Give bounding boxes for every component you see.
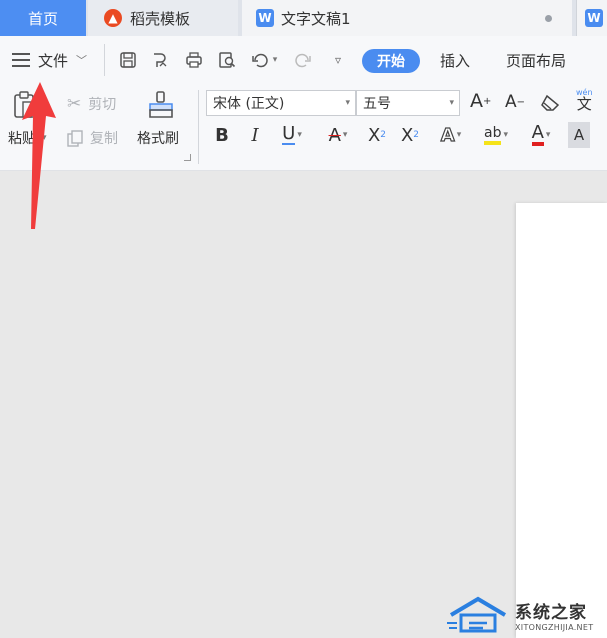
tab-daoke-label: 稻壳模板 — [130, 9, 191, 28]
grow-font-icon: A — [470, 90, 483, 112]
tab-start[interactable]: 开始 — [362, 49, 420, 73]
cut-label: 剪切 — [88, 97, 117, 113]
eraser-icon — [541, 94, 560, 111]
undo-icon[interactable] — [250, 50, 270, 70]
tab-document[interactable]: W 文字文稿1 — [242, 0, 572, 36]
underline-dropdown-icon[interactable]: ▾ — [297, 130, 302, 140]
superscript-icon: X — [367, 124, 381, 146]
text-effect-dropdown-icon[interactable]: ▾ — [457, 130, 462, 140]
tab-daoke-templates[interactable]: ▲ 稻壳模板 — [88, 0, 238, 36]
watermark-domain: XITONGZHIJIA.NET — [515, 623, 594, 632]
character-shading-button[interactable]: A — [568, 122, 590, 148]
undo-dropdown-icon[interactable]: ▾ — [270, 50, 280, 70]
customize-toolbar-icon[interactable]: ▿ — [328, 50, 348, 70]
separator — [104, 44, 105, 76]
print-icon[interactable] — [184, 50, 204, 70]
superscript-mark: 2 — [380, 130, 387, 140]
menu-row: 文件 ﹀ ▾ ▿ 开始 插入 页面布局 — [0, 36, 607, 84]
tab-home[interactable]: 首页 — [0, 0, 86, 36]
chevron-down-icon: ﹀ — [76, 54, 88, 67]
pinyin-guide-button[interactable]: wén 文 — [576, 89, 593, 112]
copy-button[interactable]: 复制 — [67, 128, 118, 148]
ribbon-start: 粘贴 ▾ ✂ 剪切 复制 格式刷 宋体 (正文) ▾ 五号 ▾ A + A − wé… — [0, 84, 607, 171]
paste-label: 粘贴 — [8, 131, 36, 147]
text-effect-button[interactable]: A ▾ — [434, 122, 468, 148]
strikethrough-icon: A — [328, 124, 341, 146]
font-color-dropdown-icon[interactable]: ▾ — [546, 130, 551, 140]
unsaved-dot-icon[interactable] — [545, 15, 552, 22]
underline-button[interactable]: U ▾ — [276, 122, 308, 148]
document-page[interactable] — [516, 203, 607, 638]
scissors-icon: ✂ — [67, 94, 82, 114]
bold-button[interactable]: B — [212, 122, 232, 148]
highlight-dropdown-icon[interactable]: ▾ — [503, 130, 508, 140]
watermark-text: 系统之家 XITONGZHIJIA.NET — [515, 598, 593, 632]
tab-insert[interactable]: 插入 — [440, 48, 470, 72]
file-menu-label: 文件 — [38, 51, 69, 70]
tab-next-document[interactable]: W — [576, 0, 607, 36]
separator — [198, 90, 199, 164]
subscript-icon: X — [400, 124, 414, 146]
paste-dropdown-icon[interactable]: ▾ — [42, 133, 47, 143]
highlight-button[interactable]: ab ▾ — [478, 122, 514, 148]
print-preview-icon[interactable] — [217, 50, 237, 70]
font-size-value: 五号 — [363, 96, 391, 112]
clipboard-icon[interactable] — [13, 90, 41, 120]
daoke-flame-icon: ▲ — [104, 9, 122, 27]
tab-page-layout[interactable]: 页面布局 — [506, 48, 566, 72]
font-color-button[interactable]: A ▾ — [524, 122, 558, 148]
tab-home-label: 首页 — [27, 9, 58, 28]
copy-icon — [67, 130, 83, 147]
subscript-mark: 2 — [413, 130, 420, 140]
clear-format-button[interactable] — [540, 94, 560, 112]
shrink-font-button[interactable]: A − — [505, 92, 525, 112]
chevron-down-icon: ▾ — [449, 98, 454, 108]
superscript-button[interactable]: X2 — [364, 122, 390, 148]
export-pdf-icon[interactable] — [150, 50, 170, 70]
house-logo-icon — [447, 596, 507, 633]
hamburger-menu-icon[interactable] — [12, 53, 30, 67]
tab-document-label: 文字文稿1 — [281, 9, 351, 28]
pinyin-char: 文 — [576, 95, 592, 113]
text-effect-icon: A — [440, 124, 455, 146]
shrink-font-icon: A — [505, 92, 517, 112]
wps-writer-icon: W — [585, 9, 603, 27]
subscript-button[interactable]: X2 — [397, 122, 423, 148]
grow-font-button[interactable]: A + — [470, 90, 491, 112]
redo-icon[interactable] — [293, 50, 313, 70]
strikethrough-dropdown-icon[interactable]: ▾ — [343, 130, 348, 140]
paste-button[interactable]: 粘贴 ▾ — [8, 128, 47, 148]
italic-button[interactable]: I — [245, 122, 265, 148]
underline-icon: U — [282, 123, 296, 145]
highlight-icon: ab — [484, 125, 502, 145]
copy-label: 复制 — [90, 131, 118, 147]
font-family-value: 宋体 (正文) — [213, 96, 285, 112]
tab-bar: 首页 ▲ 稻壳模板 W 文字文稿1 W — [0, 0, 607, 36]
clipboard-dialog-launcher[interactable] — [184, 154, 191, 161]
watermark: 系统之家 XITONGZHIJIA.NET — [447, 592, 607, 638]
cut-button[interactable]: ✂ 剪切 — [67, 94, 116, 114]
wps-writer-icon: W — [256, 9, 274, 27]
chevron-down-icon: ▾ — [345, 98, 350, 108]
file-menu-button[interactable]: 文件 ﹀ — [38, 48, 87, 72]
font-family-select[interactable]: 宋体 (正文) ▾ — [206, 90, 356, 116]
save-icon[interactable] — [118, 50, 138, 70]
format-painter-icon[interactable] — [146, 90, 176, 120]
strikethrough-button[interactable]: A ▾ — [322, 122, 354, 148]
format-painter-button[interactable]: 格式刷 — [137, 128, 179, 148]
font-color-icon: A — [531, 124, 544, 146]
watermark-brand: 系统之家 — [515, 603, 587, 623]
font-size-select[interactable]: 五号 ▾ — [356, 90, 460, 116]
